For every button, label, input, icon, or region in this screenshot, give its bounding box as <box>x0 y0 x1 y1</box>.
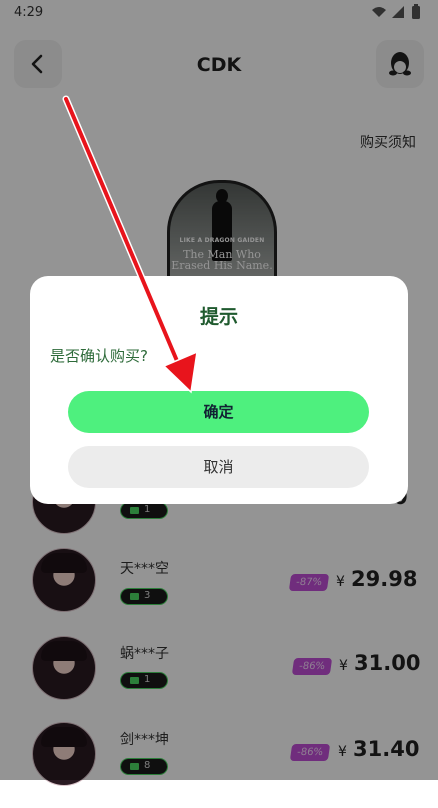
cancel-button[interactable]: 取消 <box>68 446 369 488</box>
confirm-dialog: 提示 是否确认购买? 确定 取消 <box>30 276 408 504</box>
dialog-message: 是否确认购买? <box>50 347 148 365</box>
dialog-title: 提示 <box>199 306 238 328</box>
confirm-button[interactable]: 确定 <box>68 391 369 433</box>
